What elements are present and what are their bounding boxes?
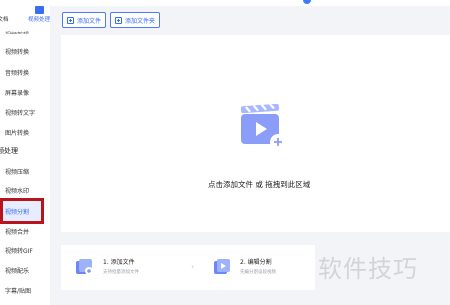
sidebar-item-screen-record[interactable]: 屏幕录像 <box>5 88 29 97</box>
sidebar-item-video-merge[interactable]: 视频合并 <box>5 227 29 236</box>
edit-split-icon <box>214 259 230 274</box>
sidebar-tabs: 文档 视频处理 <box>0 6 50 30</box>
sidebar-item-video-music[interactable]: 视频配乐 <box>5 266 29 275</box>
sidebar-item-subtitle-sticker[interactable]: 字幕/贴图 <box>5 286 31 295</box>
step-arrow-icon: › <box>191 262 195 271</box>
sidebar-item-video-watermark[interactable]: 视频水印 <box>5 186 29 195</box>
sidebar-item-video-compress[interactable]: 视频压缩 <box>5 167 29 176</box>
video-clapper-add-icon <box>240 103 286 150</box>
sidebar-item-video-split-label: 视频分割 <box>5 209 30 216</box>
window-top-strip <box>0 0 450 6</box>
tab-document-label: 文档 <box>0 17 9 23</box>
add-folder-button[interactable]: 添加文件夹 <box>110 12 160 28</box>
steps-panel: 1. 添加文件 支持批量添加文件 › 2. 编辑分割 先编分割设段视频 <box>61 245 315 290</box>
video-tab-icon <box>34 6 44 14</box>
sidebar-group-title: 频处理 <box>0 147 18 155</box>
sidebar-item-audio-convert[interactable]: 音频转换 <box>5 68 29 77</box>
add-file-button-label: 添加文件 <box>76 17 101 25</box>
sidebar: 文档 视频处理 视频剪辑 视频转换 音频转换 屏幕录像 视频转文字 图片转换 频… <box>0 0 50 305</box>
sidebar-item-video-to-text[interactable]: 视频转文字 <box>5 108 35 117</box>
drop-zone-hint: 点击添加文件 或 拖拽到此区域 <box>208 180 311 189</box>
step-1-subtitle: 支持批量添加文件 <box>103 270 139 275</box>
step-2-title: 2. 编辑分割 <box>240 259 272 266</box>
tab-video-processing-label: 视频处理 <box>27 17 50 23</box>
file-drop-zone[interactable]: 点击添加文件 或 拖拽到此区域 <box>61 35 450 232</box>
sidebar-item-video-split[interactable]: 视频分割 <box>0 198 44 224</box>
step-1-title: 1. 添加文件 <box>103 259 135 266</box>
sidebar-item-video-cut[interactable]: 视频剪辑 <box>5 30 29 34</box>
tab-document[interactable]: 文档 <box>0 6 10 23</box>
add-folder-button-label: 添加文件夹 <box>124 17 155 25</box>
watermark-text: 软件技巧 <box>318 255 418 283</box>
add-file-button[interactable]: 添加文件 <box>62 12 106 28</box>
add-file-plus-icon <box>67 16 74 24</box>
tab-video-processing[interactable]: 视频处理 <box>26 6 52 23</box>
sidebar-item-video-convert[interactable]: 视频转换 <box>5 47 29 56</box>
add-folder-plus-icon <box>115 16 122 24</box>
step-2-subtitle: 先编分割设段视频 <box>240 270 276 275</box>
add-file-icon <box>76 259 93 275</box>
sidebar-item-image-convert[interactable]: 图片转换 <box>5 128 29 137</box>
sidebar-item-video-to-gif[interactable]: 视频转GIF <box>5 246 33 255</box>
document-tab-icon <box>0 6 8 14</box>
